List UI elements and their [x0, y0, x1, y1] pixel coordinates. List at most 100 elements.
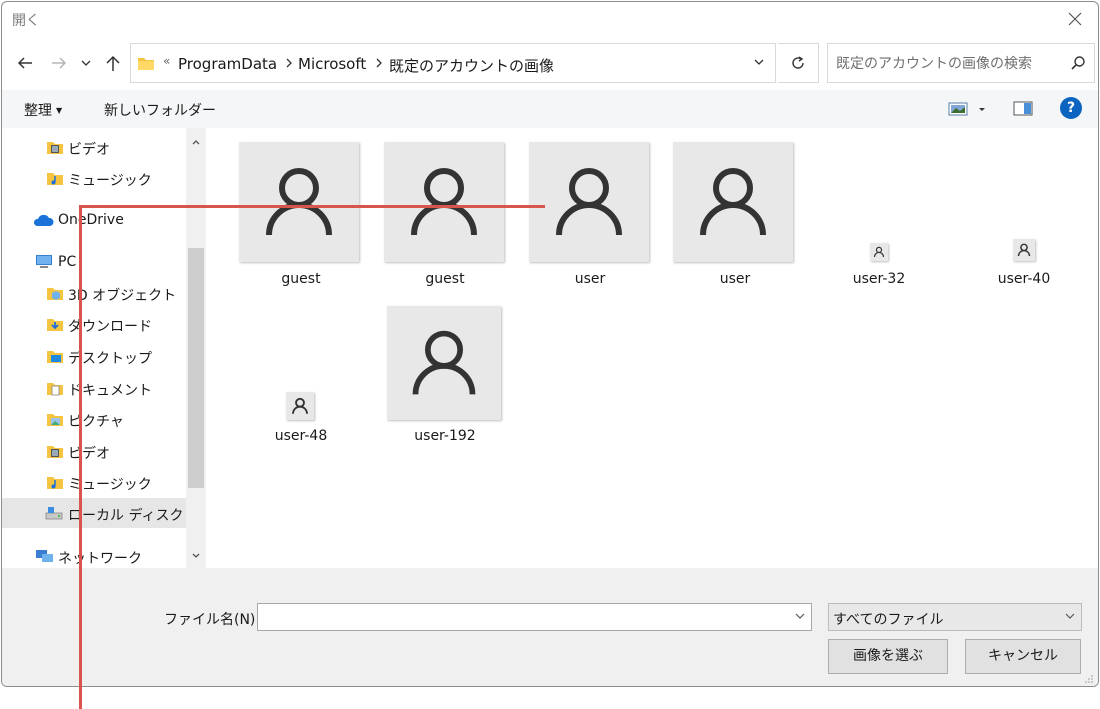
file-thumbnail	[286, 392, 314, 420]
local-disk-icon	[45, 507, 63, 520]
nav-item-local-disk[interactable]: ローカル ディスク (C:	[2, 498, 186, 528]
file-name: user-32	[852, 271, 906, 287]
network-icon	[36, 550, 53, 562]
downloads-folder-icon	[47, 319, 63, 331]
open-file-dialog: 開く « ProgramData Microsoft 既定のアカウントの画像 既…	[1, 1, 1099, 687]
nav-item-music[interactable]: ミュージック	[2, 163, 186, 193]
file-item[interactable]: user	[665, 142, 805, 292]
file-item[interactable]: user-48	[231, 299, 371, 449]
chevron-down-icon[interactable]	[190, 550, 202, 562]
nav-item-downloads[interactable]: ダウンロード	[2, 309, 186, 339]
nav-label: ピクチャ	[68, 414, 124, 430]
organize-label: 整理	[24, 103, 52, 119]
nav-item-videos-2[interactable]: ビデオ	[2, 436, 186, 466]
documents-folder-icon	[47, 383, 63, 396]
nav-item-documents[interactable]: ドキュメント	[2, 373, 186, 403]
breadcrumb-programdata[interactable]: ProgramData	[178, 55, 277, 73]
music-folder-icon	[47, 173, 63, 185]
annotation-line-horizontal	[79, 205, 545, 208]
file-name: user	[574, 271, 606, 287]
chevron-down-icon[interactable]	[753, 58, 765, 68]
search-input[interactable]	[834, 52, 1068, 76]
nav-item-network[interactable]: ネットワーク	[2, 541, 186, 568]
nav-label: OneDrive	[58, 212, 124, 228]
file-list: guest guest user user user-32 user-40 us…	[208, 128, 1098, 568]
file-item[interactable]: user-192	[375, 299, 515, 449]
user-avatar-icon	[700, 168, 766, 236]
filename-input[interactable]	[257, 603, 812, 631]
chevron-down-icon	[1065, 613, 1075, 619]
nav-scrollbar[interactable]	[186, 128, 206, 568]
chevron-right-icon[interactable]	[374, 57, 384, 69]
file-item[interactable]: user	[520, 142, 660, 292]
forward-button[interactable]	[48, 52, 70, 74]
desktop-folder-icon	[47, 351, 63, 363]
nav-item-desktop[interactable]: デスクトップ	[2, 341, 186, 371]
navigation-pane: ビデオ ミュージック OneDrive PC 3D オブジェクト ダウンロード …	[2, 128, 186, 568]
help-button[interactable]: ?	[1060, 97, 1082, 119]
file-type-value: すべてのファイル	[833, 612, 944, 628]
scrollbar-thumb[interactable]	[188, 248, 204, 488]
video-folder-icon	[47, 142, 63, 154]
resize-grip-icon[interactable]	[1084, 674, 1094, 684]
address-overflow[interactable]: «	[163, 54, 170, 68]
user-avatar-icon	[1017, 243, 1031, 257]
command-bar: 整理 ▼ 新しいフォルダー	[2, 90, 1098, 128]
change-view-button[interactable]	[948, 98, 990, 120]
file-item[interactable]: guest	[231, 142, 371, 292]
file-type-select[interactable]: すべてのファイル	[828, 603, 1082, 631]
nav-label: PC	[58, 254, 77, 270]
window-title: 開く	[12, 13, 40, 29]
breadcrumb-current-folder[interactable]: 既定のアカウントの画像	[389, 55, 554, 76]
organize-button[interactable]: 整理 ▼	[24, 100, 62, 120]
music-folder-icon	[47, 477, 63, 489]
file-name: guest	[281, 271, 321, 287]
file-thumbnail	[239, 142, 359, 262]
file-item[interactable]: guest	[375, 142, 515, 292]
nav-item-videos[interactable]: ビデオ	[2, 132, 186, 162]
nav-item-3d-objects[interactable]: 3D オブジェクト	[2, 278, 186, 308]
preview-pane-button[interactable]	[1012, 98, 1034, 120]
nav-item-pc[interactable]: PC	[2, 247, 186, 277]
dropdown-arrow-icon: ▼	[56, 106, 63, 115]
video-folder-icon	[47, 446, 63, 458]
user-avatar-icon	[266, 168, 332, 236]
new-folder-button[interactable]: 新しいフォルダー	[104, 100, 216, 120]
up-button[interactable]	[102, 52, 124, 74]
refresh-button[interactable]	[778, 43, 819, 83]
cancel-button[interactable]: キャンセル	[965, 639, 1081, 674]
close-button[interactable]	[1052, 2, 1098, 36]
nav-label: ミュージック	[68, 173, 152, 189]
file-item[interactable]: user-40	[954, 142, 1094, 292]
pictures-folder-icon	[47, 414, 63, 426]
chevron-right-icon[interactable]	[284, 57, 294, 69]
preview-pane-icon	[1013, 101, 1033, 116]
nav-label: ネットワーク	[58, 551, 142, 567]
onedrive-cloud-icon	[33, 214, 54, 226]
file-thumbnail	[870, 243, 888, 261]
arrow-right-icon	[52, 57, 67, 69]
search-box[interactable]	[827, 43, 1095, 83]
view-options-icon	[948, 102, 985, 116]
address-bar[interactable]: « ProgramData Microsoft 既定のアカウントの画像	[130, 43, 776, 83]
nav-item-music-2[interactable]: ミュージック	[2, 467, 186, 497]
search-icon[interactable]	[1070, 55, 1086, 71]
select-image-button[interactable]: 画像を選ぶ	[828, 639, 948, 674]
nav-item-onedrive[interactable]: OneDrive	[2, 205, 186, 235]
file-name: user-40	[997, 271, 1051, 287]
user-avatar-icon	[292, 397, 308, 414]
file-name: user-48	[274, 428, 328, 444]
user-avatar-icon	[411, 168, 477, 236]
nav-item-pictures[interactable]: ピクチャ	[2, 404, 186, 434]
breadcrumb-microsoft[interactable]: Microsoft	[298, 55, 366, 73]
back-button[interactable]	[14, 52, 36, 74]
file-thumbnail	[384, 142, 504, 262]
file-thumbnail	[1013, 239, 1035, 261]
user-avatar-icon	[873, 246, 885, 258]
file-item[interactable]: user-32	[809, 142, 949, 292]
recent-locations-button[interactable]	[78, 52, 94, 74]
chevron-up-icon[interactable]	[190, 136, 202, 148]
nav-label: ビデオ	[68, 142, 110, 158]
chevron-down-icon[interactable]	[795, 612, 805, 620]
chevron-down-icon	[81, 60, 91, 66]
